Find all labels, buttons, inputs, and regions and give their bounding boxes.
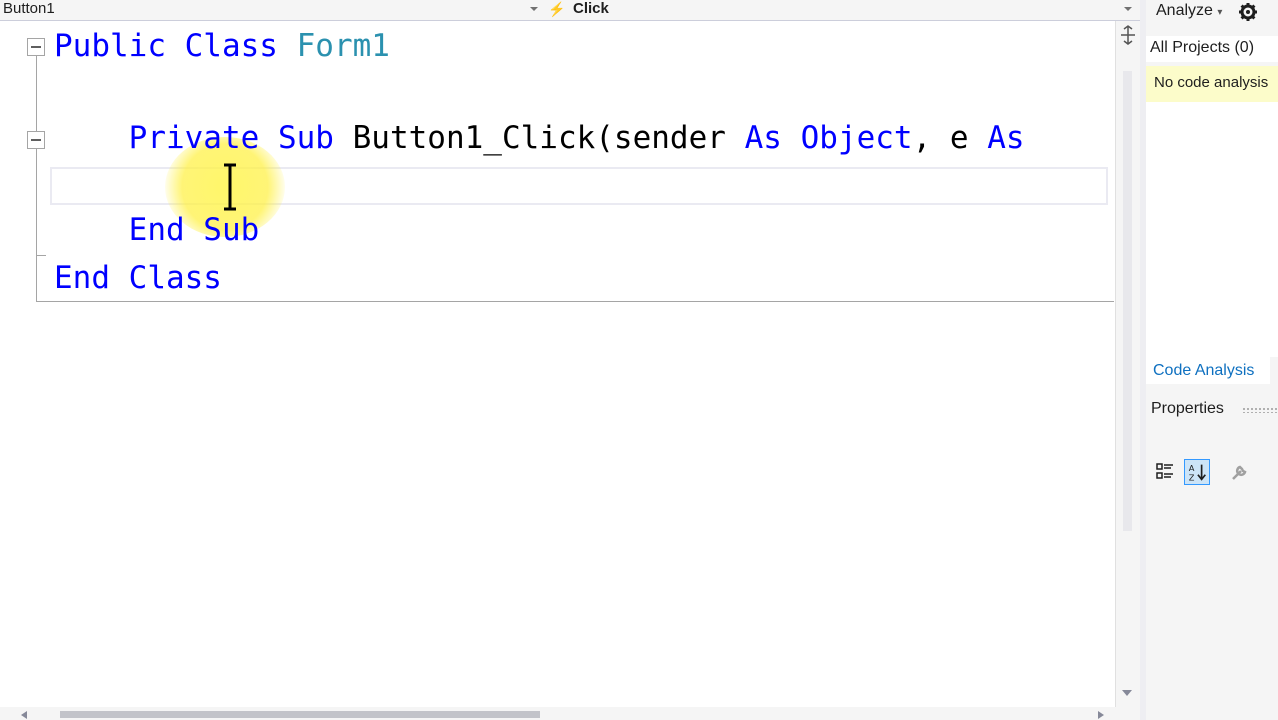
horizontal-scrollbar[interactable]: [0, 707, 1140, 720]
type-object: Object: [800, 120, 913, 156]
keyword-private-sub: Private Sub: [128, 120, 334, 156]
alphabetical-sort-icon[interactable]: A Z: [1184, 459, 1210, 485]
info-message: No code analysis: [1154, 74, 1269, 91]
keyword-end-sub: End Sub: [128, 212, 260, 248]
all-projects-label: All Projects (0): [1150, 39, 1255, 56]
text-cursor-ibeam-icon: [224, 163, 236, 211]
code-analysis-tab-label: Code Analysis: [1153, 362, 1255, 379]
analyze-menu[interactable]: Analyze ▾: [1156, 2, 1222, 20]
code-analysis-info-bar: No code analysis: [1146, 66, 1278, 102]
outline-guide-sub: [36, 152, 37, 256]
collapse-sub-icon[interactable]: [27, 131, 45, 149]
event-lightning-icon: ⚡: [548, 1, 566, 17]
keyword-as: As: [744, 120, 782, 156]
analyze-label: Analyze: [1156, 2, 1213, 19]
horizontal-scroll-thumb[interactable]: [60, 711, 540, 718]
object-dropdown-label: Button1: [3, 0, 55, 17]
event-dropdown-label: Click: [573, 0, 609, 17]
object-dropdown-chevron-down-icon[interactable]: [530, 7, 538, 11]
all-projects-filter[interactable]: All Projects (0): [1146, 36, 1278, 62]
scroll-down-arrow-icon[interactable]: [1121, 689, 1133, 697]
class-name: Form1: [296, 28, 390, 64]
gear-icon[interactable]: [1238, 2, 1258, 22]
outline-end-class: [36, 301, 1114, 302]
panel-grip-handle[interactable]: [1242, 407, 1278, 413]
scroll-right-arrow-icon[interactable]: [1097, 710, 1105, 720]
properties-title-bar[interactable]: Properties: [1146, 395, 1278, 423]
event-dropdown-chevron-down-icon[interactable]: [1124, 7, 1132, 11]
split-window-icon[interactable]: [1118, 25, 1138, 45]
categorized-view-icon[interactable]: [1152, 459, 1178, 485]
vertical-scroll-thumb[interactable]: [1123, 71, 1132, 531]
event-dropdown[interactable]: Click: [573, 0, 1133, 20]
scroll-left-arrow-icon[interactable]: [20, 710, 28, 720]
collapse-class-icon[interactable]: [27, 38, 45, 56]
code-line-6[interactable]: End Class: [54, 260, 222, 296]
outline-end-sub: [36, 255, 46, 256]
analyze-dropdown-icon: ▾: [1217, 7, 1223, 18]
keyword-public-class: Public Class: [54, 28, 278, 64]
properties-title: Properties: [1151, 400, 1224, 417]
property-pages-wrench-icon[interactable]: [1226, 459, 1252, 485]
code-line-3[interactable]: Private Sub Button1_Click(sender As Obje…: [54, 120, 1025, 156]
param-e: , e: [912, 120, 969, 156]
vertical-scrollbar[interactable]: [1115, 21, 1141, 707]
code-editor[interactable]: Public Class Form1 Private Sub Button1_C…: [0, 21, 1115, 707]
svg-text:Z: Z: [1189, 472, 1195, 482]
method-signature: Button1_Click(sender: [352, 120, 726, 156]
code-line-1[interactable]: Public Class Form1: [54, 28, 390, 64]
editor-navigation-bar: Button1 ⚡ Click: [0, 0, 1140, 21]
keyword-end-class: End Class: [54, 260, 222, 296]
tab-code-analysis[interactable]: Code Analysis: [1146, 357, 1270, 384]
object-dropdown[interactable]: Button1: [3, 0, 539, 20]
keyword-as-2: As: [987, 120, 1025, 156]
right-tool-panel: Analyze ▾ All Projects (0) No code analy…: [1140, 0, 1278, 720]
code-line-5[interactable]: End Sub: [54, 212, 260, 248]
code-analysis-results-area: [1146, 102, 1278, 357]
